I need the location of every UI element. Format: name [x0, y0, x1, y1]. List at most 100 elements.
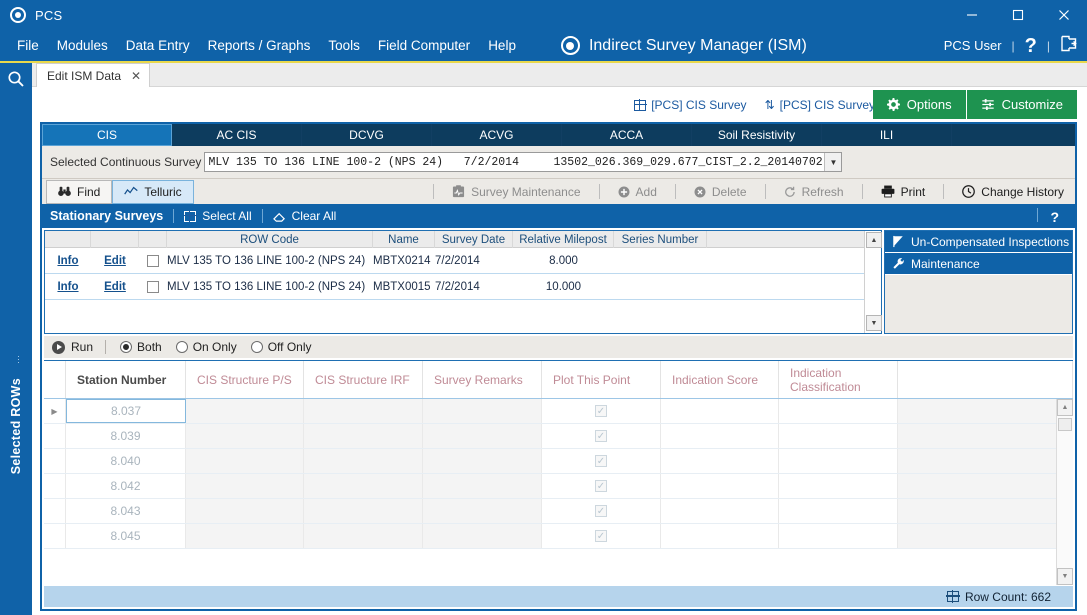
cell-station-number[interactable]: 8.040	[66, 449, 186, 473]
cell-indication-classification[interactable]	[779, 449, 898, 473]
menu-data-entry[interactable]: Data Entry	[117, 34, 199, 57]
cell-cis-ps[interactable]	[186, 474, 304, 498]
selected-rows-panel-tab[interactable]: Selected ROWs	[0, 63, 32, 493]
cell-indication-classification[interactable]	[779, 524, 898, 548]
col-station-number[interactable]: Station Number	[66, 361, 186, 398]
edit-link[interactable]: Edit	[104, 281, 126, 293]
tab-edit-ism-data[interactable]: Edit ISM Data ✕	[36, 63, 151, 87]
checkbox-checked-icon[interactable]: ✓	[595, 480, 607, 492]
table-row[interactable]: 8.045 ✓	[44, 524, 1073, 549]
col-plot-this-point[interactable]: Plot This Point	[542, 361, 661, 398]
cell-cis-irf[interactable]	[304, 499, 423, 523]
radio-off-only[interactable]: Off Only	[250, 340, 312, 354]
cell-indication-classification[interactable]	[779, 399, 898, 423]
chevron-down-icon[interactable]: ▼	[824, 153, 842, 171]
add-button[interactable]: Add	[607, 180, 668, 204]
tab-ili[interactable]: ILI	[822, 124, 952, 146]
cell-cis-irf[interactable]	[304, 474, 423, 498]
table-row[interactable]: 8.040 ✓	[44, 449, 1073, 474]
run-button[interactable]: Run	[52, 340, 93, 354]
table-row[interactable]: Info Edit MLV 135 TO 136 LINE 100-2 (NPS…	[45, 248, 881, 274]
help-icon[interactable]: ?	[1025, 36, 1037, 56]
col-indication-classification[interactable]: Indication Classification	[779, 361, 898, 398]
clear-all-button[interactable]: Clear All	[272, 209, 336, 223]
cell-station-number[interactable]: 8.039	[66, 424, 186, 448]
col-row-code[interactable]: ROW Code	[167, 231, 373, 248]
checkbox-checked-icon[interactable]: ✓	[595, 430, 607, 442]
minimize-button[interactable]	[949, 0, 995, 30]
cell-survey-remarks[interactable]	[423, 474, 542, 498]
refresh-button[interactable]: Refresh	[773, 180, 855, 204]
menu-help[interactable]: Help	[479, 34, 525, 57]
stationary-help-icon[interactable]: ?	[1037, 207, 1075, 225]
close-button[interactable]	[1041, 0, 1087, 30]
col-cis-structure-ps[interactable]: CIS Structure P/S	[186, 361, 304, 398]
cell-cis-irf[interactable]	[304, 399, 423, 423]
tab-ac-cis[interactable]: AC CIS	[172, 124, 302, 146]
cell-station-number[interactable]: 8.042	[66, 474, 186, 498]
checkbox-checked-icon[interactable]: ✓	[595, 530, 607, 542]
scrollbar-thumb[interactable]	[1058, 418, 1072, 431]
tab-cis[interactable]: CIS	[42, 124, 172, 146]
datagrid-vertical-scrollbar[interactable]: ▲ ▼	[1056, 399, 1073, 585]
info-link[interactable]: Info	[57, 255, 78, 267]
col-survey-remarks[interactable]: Survey Remarks	[423, 361, 542, 398]
cell-indication-score[interactable]	[661, 424, 779, 448]
cell-indication-score[interactable]	[661, 399, 779, 423]
menu-field-computer[interactable]: Field Computer	[369, 34, 479, 57]
cell-survey-remarks[interactable]	[423, 449, 542, 473]
cell-plot-this-point[interactable]: ✓	[542, 524, 661, 548]
checkbox-checked-icon[interactable]: ✓	[595, 455, 607, 467]
cell-cis-ps[interactable]	[186, 449, 304, 473]
delete-button[interactable]: Delete	[683, 180, 758, 204]
tab-acvg[interactable]: ACVG	[432, 124, 562, 146]
cell-station-number[interactable]: 8.045	[66, 524, 186, 548]
cell-survey-remarks[interactable]	[423, 524, 542, 548]
select-all-button[interactable]: Select All	[183, 209, 252, 223]
survey-maintenance-button[interactable]: Survey Maintenance	[441, 180, 591, 204]
print-button[interactable]: Print	[870, 180, 937, 204]
menu-tools[interactable]: Tools	[319, 34, 369, 57]
cell-cis-irf[interactable]	[304, 524, 423, 548]
cell-indication-classification[interactable]	[779, 474, 898, 498]
find-button[interactable]: Find	[46, 179, 113, 204]
cell-plot-this-point[interactable]: ✓	[542, 399, 661, 423]
radio-both[interactable]: Both	[120, 340, 162, 354]
checkbox-checked-icon[interactable]: ✓	[595, 405, 607, 417]
menu-reports-graphs[interactable]: Reports / Graphs	[199, 34, 320, 57]
scroll-up-icon[interactable]: ▲	[1057, 399, 1073, 416]
row-checkbox[interactable]	[147, 280, 159, 293]
cell-plot-this-point[interactable]: ✓	[542, 474, 661, 498]
customize-button[interactable]: Customize	[965, 90, 1077, 119]
cell-cis-ps[interactable]	[186, 399, 304, 423]
col-cis-structure-irf[interactable]: CIS Structure IRF	[304, 361, 423, 398]
table-row[interactable]: 8.043 ✓	[44, 499, 1073, 524]
scroll-down-icon[interactable]: ▼	[866, 315, 882, 331]
cell-survey-remarks[interactable]	[423, 399, 542, 423]
cell-plot-this-point[interactable]: ✓	[542, 499, 661, 523]
scroll-down-icon[interactable]: ▼	[1057, 568, 1073, 585]
cell-survey-remarks[interactable]	[423, 424, 542, 448]
selected-survey-dropdown[interactable]: MLV 135 TO 136 LINE 100-2 (NPS 24) 7/2/2…	[204, 152, 843, 172]
cell-survey-remarks[interactable]	[423, 499, 542, 523]
cell-cis-irf[interactable]	[304, 449, 423, 473]
drag-handle-dots[interactable]: ⋯	[14, 355, 24, 366]
cell-cis-ps[interactable]	[186, 524, 304, 548]
radio-on-only[interactable]: On Only	[175, 340, 237, 354]
cell-cis-irf[interactable]	[304, 424, 423, 448]
cell-station-number[interactable]: 8.043	[66, 499, 186, 523]
cell-cis-ps[interactable]	[186, 499, 304, 523]
col-name[interactable]: Name	[373, 231, 435, 248]
grid-vertical-scrollbar[interactable]: ▲ ▼	[864, 231, 882, 333]
tab-soil-resistivity[interactable]: Soil Resistivity	[692, 124, 822, 146]
maintenance-button[interactable]: Maintenance	[885, 253, 1072, 275]
un-compensated-inspections-button[interactable]: Un-Compensated Inspections	[885, 231, 1072, 253]
logout-icon[interactable]	[1060, 35, 1077, 56]
col-series-number[interactable]: Series Number	[614, 231, 707, 248]
table-row[interactable]: 8.039 ✓	[44, 424, 1073, 449]
table-row[interactable]: 8.042 ✓	[44, 474, 1073, 499]
tab-dcvg[interactable]: DCVG	[302, 124, 432, 146]
quick-link-sort[interactable]: ⇅ [PCS] CIS Survey	[765, 98, 875, 112]
menu-file[interactable]: File	[8, 34, 48, 57]
table-row[interactable]: ▶ 8.037 ✓	[44, 399, 1073, 424]
